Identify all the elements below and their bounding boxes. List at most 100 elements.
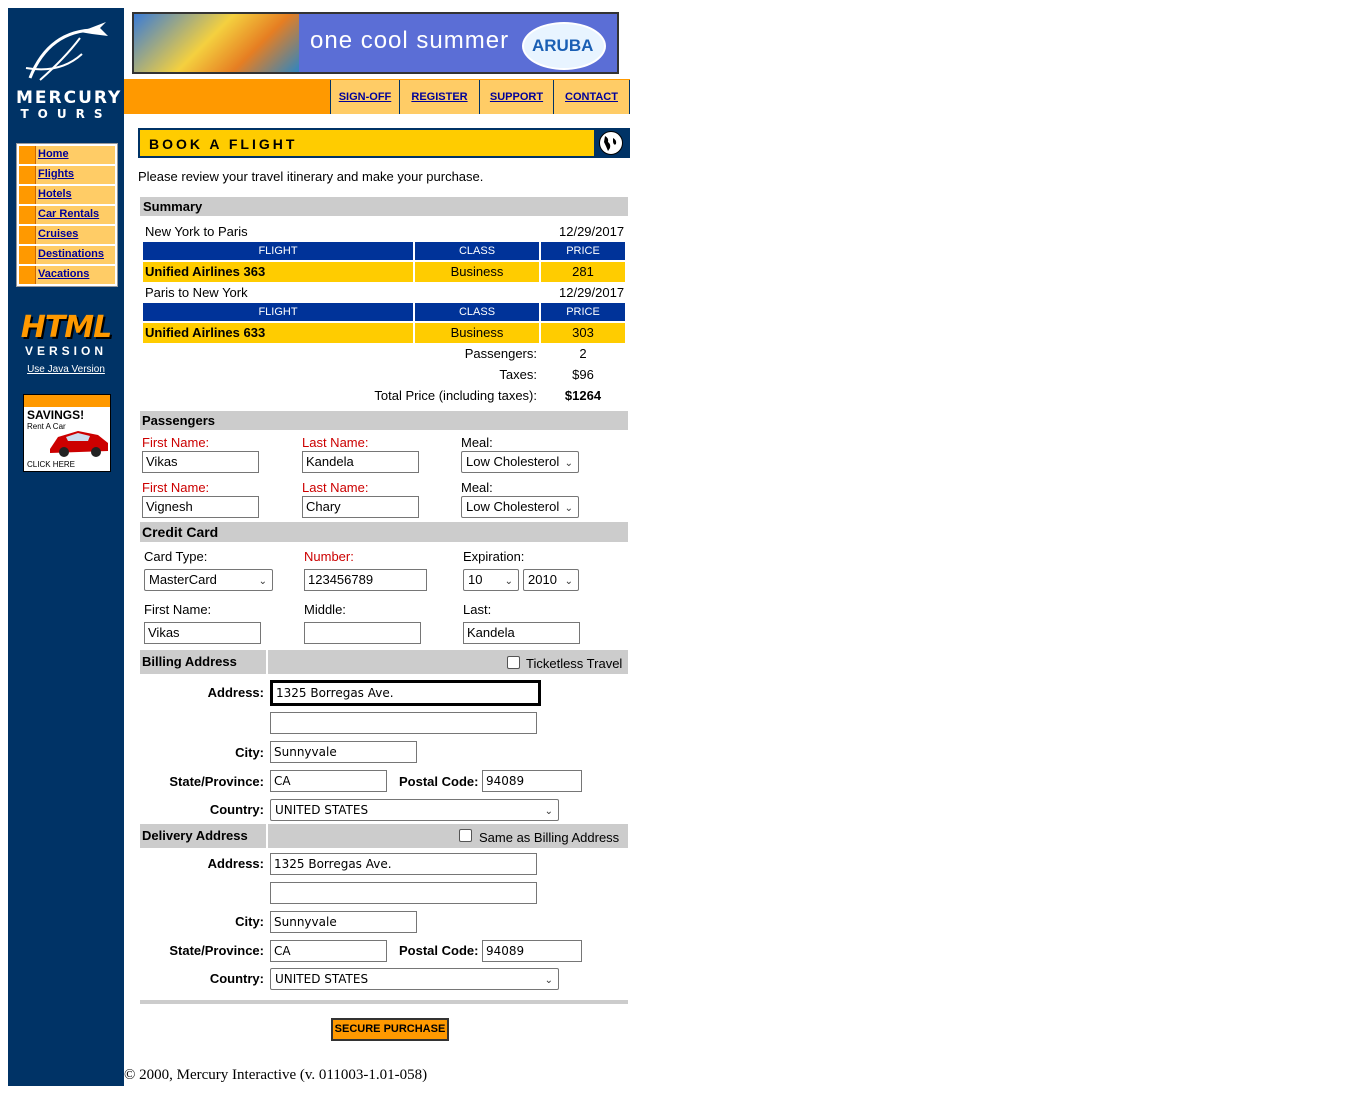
sidebar-item-flights[interactable]: Flights [19, 166, 115, 184]
sidebar-item-vacations[interactable]: Vacations [19, 266, 115, 284]
billing-address2-input[interactable] [270, 712, 537, 734]
form-divider [140, 1000, 628, 1004]
intro-text: Please review your travel itinerary and … [138, 169, 484, 184]
nav-sign-off[interactable]: SIGN-OFF [330, 80, 400, 114]
passenger1-last-label: Last Name: [302, 435, 369, 450]
sidebar-link-flights[interactable]: Flights [38, 168, 74, 180]
nav-register[interactable]: REGISTER [399, 80, 480, 114]
use-java-version-link[interactable]: Use Java Version [16, 364, 116, 375]
delivery-city-label: City: [235, 914, 264, 929]
exp-year-value: 2010 [528, 572, 557, 587]
billing-city-input[interactable]: Sunnyvale [270, 741, 417, 763]
globe-icon [594, 130, 628, 156]
chevron-down-icon: ⌄ [504, 576, 513, 587]
billing-state-input[interactable]: CA [270, 770, 387, 792]
html-version-badge: HTML VERSION [16, 310, 116, 359]
rent-a-car-ad[interactable]: SAVINGS! Rent A Car CLICK HERE [23, 394, 111, 472]
leg2-col-flight: FLIGHT [143, 303, 413, 321]
card-number-label: Number: [304, 549, 354, 564]
promo-banner[interactable]: one cool summer ARUBA [132, 12, 619, 74]
delivery-address1-input[interactable]: 1325 Borregas Ave. [270, 853, 537, 875]
card-type-label: Card Type: [144, 549, 208, 564]
passenger1-meal-select[interactable]: Low Cholesterol ⌄ [461, 451, 579, 473]
sidebar-link-hotels[interactable]: Hotels [38, 188, 72, 200]
card-type-select[interactable]: MasterCard ⌄ [144, 569, 273, 591]
sidebar-item-hotels[interactable]: Hotels [19, 186, 115, 204]
chevron-down-icon: ⌄ [258, 576, 267, 587]
ticketless-travel-checkbox[interactable] [507, 656, 520, 669]
delivery-state-input[interactable]: CA [270, 940, 387, 962]
passenger2-first-input[interactable]: Vignesh [142, 496, 259, 518]
nav-contact[interactable]: CONTACT [553, 80, 630, 114]
same-as-billing-checkbox[interactable] [459, 829, 472, 842]
delivery-country-select[interactable]: UNITED STATES ⌄ [270, 968, 559, 990]
sidebar-link-cruises[interactable]: Cruises [38, 228, 78, 240]
passenger2-meal-value: Low Cholesterol [466, 499, 560, 514]
leg1-date: 12/29/2017 [559, 224, 625, 239]
card-expiration-label: Expiration: [463, 549, 525, 564]
delivery-address-label: Address: [207, 856, 264, 871]
html-version-title: HTML [20, 310, 113, 345]
passenger1-first-label: First Name: [142, 435, 210, 450]
passenger2-meal-select[interactable]: Low Cholesterol ⌄ [461, 496, 579, 518]
chevron-down-icon: ⌄ [564, 458, 573, 469]
ticketless-travel-label: Ticketless Travel [526, 656, 623, 671]
exp-month-select[interactable]: 10 ⌄ [463, 569, 519, 591]
card-number-input[interactable]: 123456789 [304, 569, 427, 591]
sidebar-item-cruises[interactable]: Cruises [19, 226, 115, 244]
leg2-date: 12/29/2017 [559, 285, 625, 300]
aruba-logo: ARUBA [522, 22, 606, 70]
sidebar-item-destinations[interactable]: Destinations [19, 246, 115, 264]
billing-country-label: Country: [209, 802, 264, 817]
top-nav: SIGN-OFF REGISTER SUPPORT CONTACT [330, 80, 630, 114]
delivery-city-input[interactable]: Sunnyvale [270, 911, 417, 933]
delivery-country-label: Country: [209, 971, 264, 986]
delivery-postal-input[interactable]: 94089 [482, 940, 582, 962]
leg1-flight: Unified Airlines 363 [143, 262, 413, 282]
cc-first-label: First Name: [144, 602, 212, 617]
cc-last-input[interactable]: Kandela [463, 622, 580, 644]
logo-tours: TOURS [20, 107, 112, 121]
sidebar-link-destinations[interactable]: Destinations [38, 248, 104, 260]
billing-address-label: Address: [207, 685, 264, 700]
leg1-col-class: CLASS [415, 242, 539, 260]
billing-country-select[interactable]: UNITED STATES ⌄ [270, 799, 559, 821]
cc-last-label: Last: [463, 602, 492, 617]
leg2-col-price: PRICE [541, 303, 625, 321]
billing-postal-label: Postal Code: [399, 774, 479, 789]
chevron-down-icon: ⌄ [564, 503, 573, 514]
ad-cta: CLICK HERE [27, 460, 76, 469]
page-title-bar: BOOK A FLIGHT [138, 128, 630, 158]
passenger1-last-input[interactable]: Kandela [302, 451, 419, 473]
delivery-address2-input[interactable] [270, 882, 537, 904]
exp-year-select[interactable]: 2010 ⌄ [523, 569, 579, 591]
chevron-down-icon: ⌄ [564, 576, 573, 587]
sidebar-link-home[interactable]: Home [38, 148, 69, 160]
passenger1-meal-value: Low Cholesterol [466, 454, 560, 469]
leg2-price: 303 [541, 323, 625, 343]
mercury-logo-icon [25, 22, 108, 81]
secure-purchase-button[interactable]: SECURE PURCHASE [331, 1018, 449, 1041]
sidebar-link-car-rentals[interactable]: Car Rentals [38, 208, 99, 220]
passenger1-meal-label: Meal: [461, 435, 493, 450]
page-title: BOOK A FLIGHT [149, 136, 298, 152]
leg2-col-class: CLASS [415, 303, 539, 321]
leg1-class: Business [415, 262, 539, 282]
delivery-state-label: State/Province: [169, 943, 264, 958]
cc-middle-input[interactable] [304, 622, 421, 644]
passenger2-last-label: Last Name: [302, 480, 369, 495]
ad-title: SAVINGS! [27, 408, 85, 422]
passenger2-meal-label: Meal: [461, 480, 493, 495]
passenger2-last-input[interactable]: Chary [302, 496, 419, 518]
billing-address1-input[interactable]: 1325 Borregas Ave. [270, 680, 541, 706]
cc-first-input[interactable]: Vikas [144, 622, 261, 644]
passenger1-first-input[interactable]: Vikas [142, 451, 259, 473]
leg1-col-flight: FLIGHT [143, 242, 413, 260]
nav-support[interactable]: SUPPORT [479, 80, 554, 114]
sidebar-item-car-rentals[interactable]: Car Rentals [19, 206, 115, 224]
aruba-logo-text: ARUBA [532, 36, 594, 55]
billing-postal-input[interactable]: 94089 [482, 770, 582, 792]
sidebar-link-vacations[interactable]: Vacations [38, 268, 89, 280]
cc-middle-label: Middle: [304, 602, 346, 617]
sidebar-item-home[interactable]: Home [19, 146, 115, 164]
